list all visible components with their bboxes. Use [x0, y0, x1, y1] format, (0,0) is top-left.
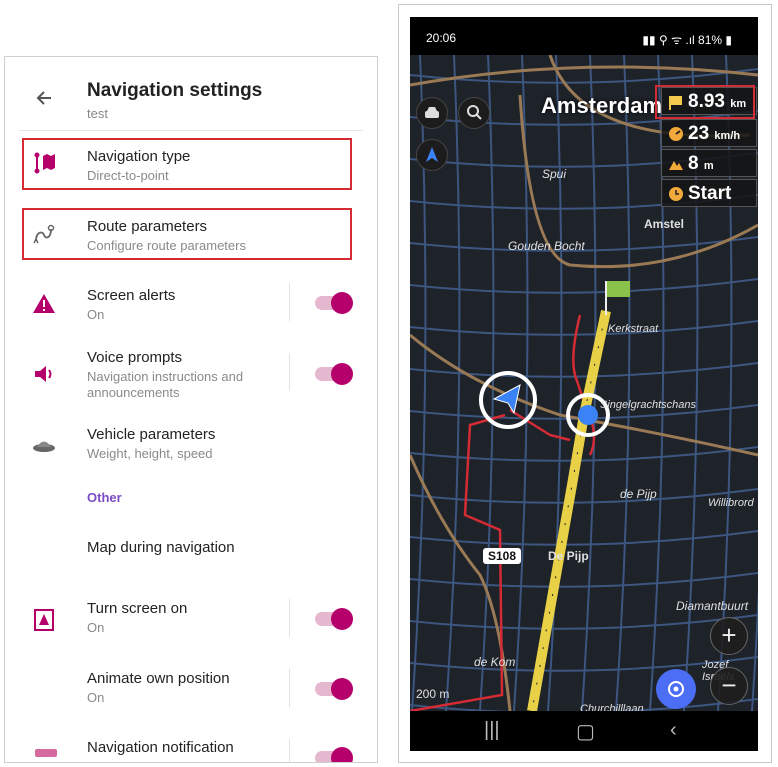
- warning-icon: [33, 294, 55, 313]
- speaker-icon: [35, 366, 52, 382]
- map-label-kerkstraat: Kerkstraat: [608, 323, 659, 335]
- setting-label: Animate own position: [87, 670, 230, 687]
- phone-screen: 20:06 ▮▮ ⚲ ᯤ .ıl 81% ▮ S108 Amsterdam 8.…: [410, 17, 758, 751]
- my-location-button[interactable]: [656, 669, 696, 709]
- setting-label: Route parameters: [87, 218, 208, 235]
- page-title: Navigation settings: [87, 80, 263, 101]
- speedometer-icon: [669, 127, 683, 141]
- setting-label: Navigation type: [87, 148, 191, 165]
- setting-description: Configure route parameters: [87, 238, 246, 253]
- setting-label: Map during navigation: [87, 539, 235, 556]
- navigation-settings-panel: Navigation settings test Navigation type…: [4, 56, 378, 763]
- animate-own-position-toggle[interactable]: [315, 678, 353, 700]
- car-icon: [425, 107, 439, 118]
- setting-label: Screen alerts: [87, 287, 176, 304]
- toggle-divider: [289, 669, 290, 707]
- turn-screen-on-toggle[interactable]: [315, 608, 353, 630]
- zoom-in-button[interactable]: +: [710, 617, 748, 655]
- map-label-gouden-bocht: Gouden Bocht: [508, 239, 585, 253]
- settings-header: Navigation settings test: [5, 57, 377, 133]
- setting-animate-own-position[interactable]: Animate own position On: [5, 665, 377, 713]
- section-header-other: Other: [87, 490, 122, 505]
- navigation-notification-toggle[interactable]: [315, 747, 353, 762]
- screen-alerts-toggle[interactable]: [315, 292, 353, 314]
- vehicle-mode-button[interactable]: [416, 97, 448, 129]
- highlight-box-distance: [655, 85, 755, 119]
- setting-navigation-notification[interactable]: Navigation notification: [5, 735, 377, 762]
- android-nav-bar: ||| ▢ ‹: [410, 711, 758, 751]
- status-time: 20:06: [426, 31, 457, 45]
- map-label-willibrord: Willibrord: [708, 497, 754, 509]
- compass-icon: [426, 147, 438, 162]
- page-subtitle: test: [87, 106, 108, 121]
- map-label-de-pijp-station: De Pijp: [548, 549, 589, 563]
- back-button[interactable]: ‹: [670, 719, 677, 742]
- navigation-type-icon: [34, 152, 55, 174]
- notification-icon: [35, 749, 57, 757]
- map-scale-label: 200 m: [416, 687, 450, 701]
- setting-voice-prompts[interactable]: Voice prompts Navigation instructions an…: [5, 345, 377, 401]
- back-arrow-icon[interactable]: [33, 87, 55, 109]
- setting-route-parameters[interactable]: Route parameters Configure route paramet…: [5, 208, 377, 260]
- map-label-de-kom: de Kom: [474, 655, 516, 669]
- setting-vehicle-parameters[interactable]: Vehicle parameters Weight, height, speed: [5, 421, 377, 469]
- altitude-widget[interactable]: 8 m: [661, 149, 757, 177]
- setting-description: Direct-to-point: [87, 168, 169, 183]
- map-label-spui: Spui: [542, 167, 567, 181]
- setting-description: On: [87, 690, 105, 705]
- voice-prompts-toggle[interactable]: [315, 363, 353, 385]
- setting-turn-screen-on[interactable]: Turn screen on On: [5, 595, 377, 643]
- setting-navigation-type[interactable]: Navigation type Direct-to-point: [5, 138, 377, 190]
- toggle-divider: [289, 353, 290, 391]
- search-icon: [467, 105, 482, 120]
- vehicle-icon: [33, 441, 55, 452]
- compass-button[interactable]: [416, 139, 448, 171]
- setting-label: Turn screen on: [87, 600, 188, 617]
- map-label-amstel: Amstel: [644, 217, 685, 231]
- map-label-de-pijp: de Pijp: [620, 487, 657, 501]
- phone-screenshot: 20:06 ▮▮ ⚲ ᯤ .ıl 81% ▮ S108 Amsterdam 8.…: [398, 4, 772, 763]
- setting-map-during-navigation[interactable]: Map during navigation: [5, 527, 377, 567]
- toggle-divider: [289, 739, 290, 762]
- setting-description: On: [87, 620, 105, 635]
- screen-on-icon: [34, 609, 54, 631]
- map-label-diamantbuurt: Diamantbuurt: [676, 599, 749, 613]
- recents-button[interactable]: |||: [484, 719, 500, 742]
- arrival-widget[interactable]: Start: [661, 179, 757, 207]
- setting-description: Weight, height, speed: [87, 446, 213, 461]
- road-sign-label: S108: [488, 549, 516, 563]
- setting-description: On: [87, 307, 105, 322]
- status-battery: ▮▮ ⚲ ᯤ .ıl 81% ▮: [642, 33, 732, 47]
- toggle-divider: [289, 283, 290, 321]
- city-label: Amsterdam: [541, 93, 663, 118]
- setting-label: Voice prompts: [87, 349, 183, 366]
- clock-icon: [669, 187, 683, 201]
- speed-widget[interactable]: 23 km/h: [661, 119, 757, 147]
- setting-label: Navigation notification: [87, 739, 234, 756]
- home-button[interactable]: ▢: [576, 719, 595, 744]
- toggle-divider: [289, 599, 290, 637]
- header-divider: [19, 130, 363, 131]
- setting-description: Navigation instructions and announcement…: [87, 369, 244, 400]
- route-icon: [33, 224, 55, 244]
- setting-screen-alerts[interactable]: Screen alerts On: [5, 277, 377, 325]
- map-label-ringschans: Singelgrachtschans: [600, 399, 697, 411]
- zoom-out-button[interactable]: −: [710, 667, 748, 705]
- search-button[interactable]: [458, 97, 490, 129]
- altitude-icon: [669, 161, 683, 170]
- crosshair-icon: [668, 681, 684, 697]
- setting-label: Vehicle parameters: [87, 426, 216, 443]
- status-bar: 20:06 ▮▮ ⚲ ᯤ .ıl 81% ▮: [410, 17, 758, 55]
